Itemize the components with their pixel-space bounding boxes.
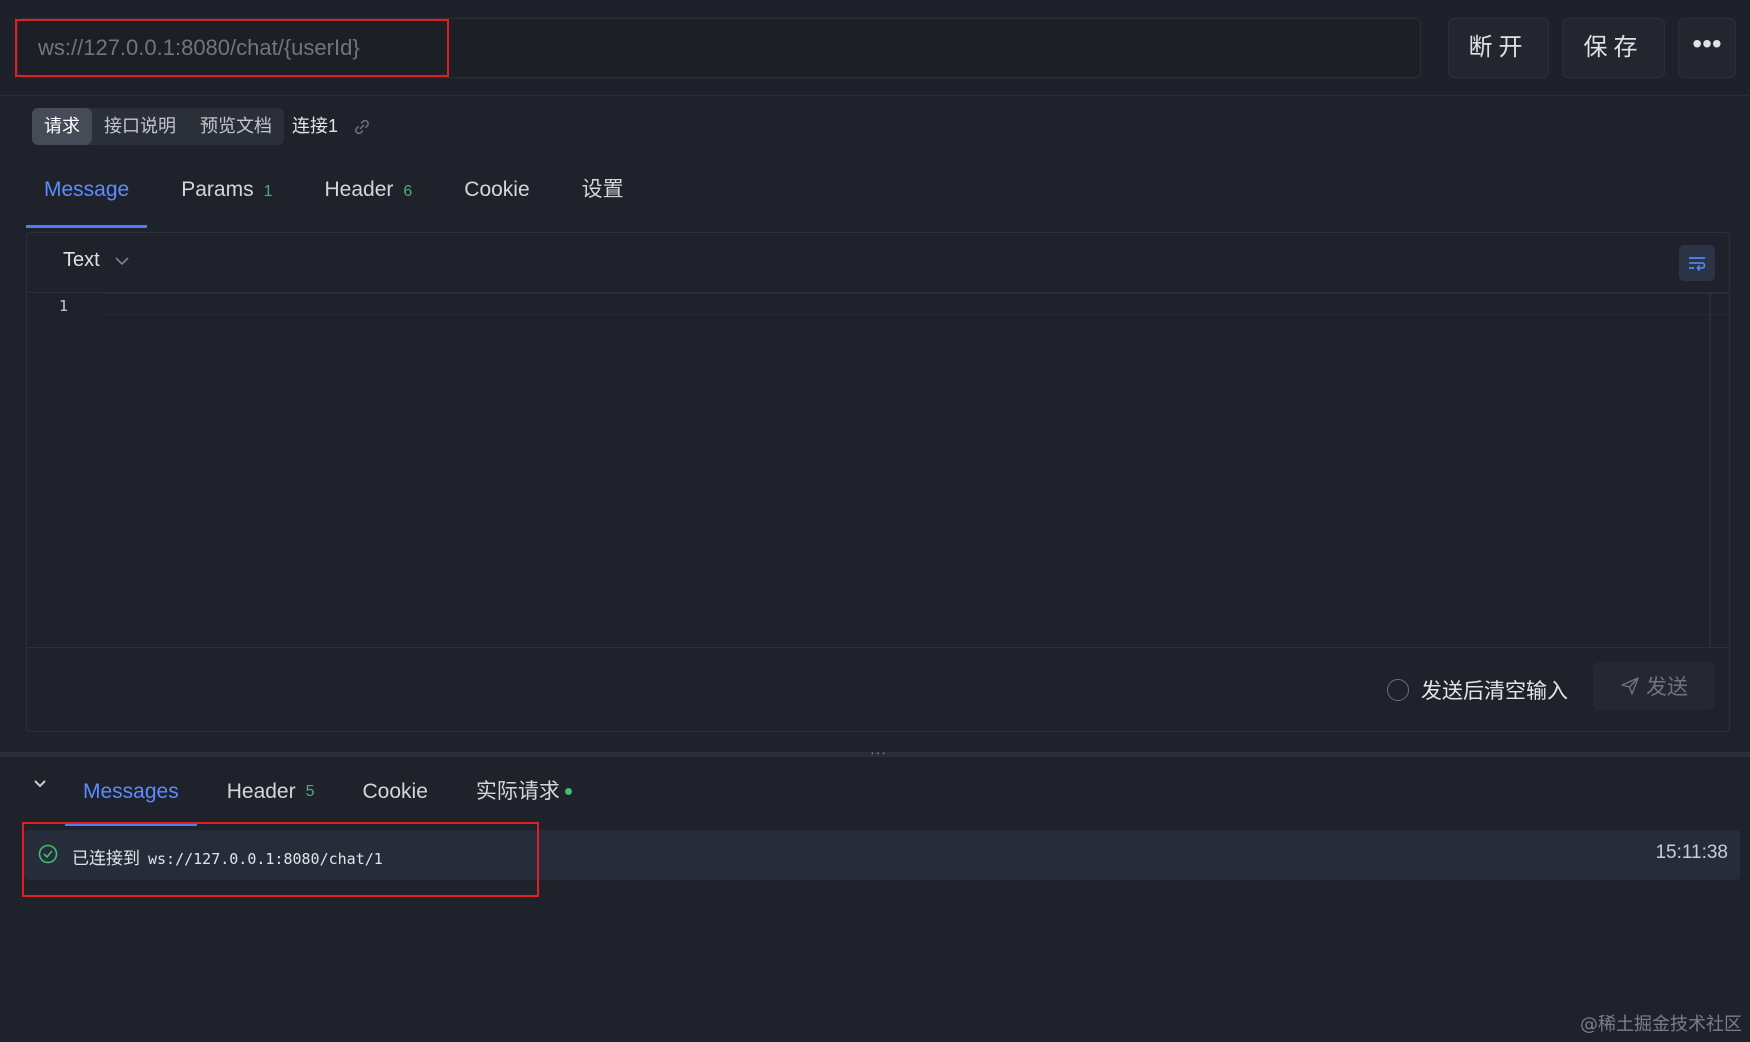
url-input[interactable] [17, 18, 1421, 78]
subtab-group: 请求 接口说明 预览文档 [32, 108, 284, 145]
format-select[interactable]: Text [63, 249, 130, 272]
request-tabs: Message Params 1 Header 6 Cookie 设置 [26, 168, 658, 228]
save-button[interactable]: 保存 [1562, 18, 1665, 78]
message-url: ws://127.0.0.1:8080/chat/1 [148, 850, 383, 868]
message-timestamp: 15:11:38 [1655, 842, 1728, 863]
tab-response-cookie[interactable]: Cookie [345, 766, 446, 818]
tab-message[interactable]: Message [26, 168, 148, 228]
subtab-request[interactable]: 请求 [32, 108, 92, 145]
doc-subtabs: 请求 接口说明 预览文档 连接1 [32, 108, 372, 145]
tab-actual-request[interactable]: 实际请求 [458, 766, 590, 818]
current-line-highlight [103, 293, 1733, 315]
line-number: 1 [59, 297, 69, 315]
editor-divider [27, 647, 1729, 648]
status-dot [564, 787, 572, 795]
params-count-badge: 1 [263, 183, 273, 200]
subtab-api-description[interactable]: 接口说明 [92, 108, 188, 145]
check-circle-icon [38, 844, 58, 864]
response-tabs: Messages Header 5 Cookie 实际请求 [65, 766, 602, 826]
tab-settings[interactable]: 设置 [564, 168, 642, 220]
editor-scrollbar[interactable] [1709, 293, 1711, 649]
tab-response-header[interactable]: Header 5 [209, 766, 333, 818]
tab-messages[interactable]: Messages [65, 766, 197, 826]
editor-header: Text [27, 233, 1729, 293]
header-count-badge: 6 [403, 183, 413, 200]
disconnect-button[interactable]: 断开 [1448, 18, 1549, 78]
response-header-count-badge: 5 [305, 783, 315, 800]
message-text: 已连接到 ws://127.0.0.1:8080/chat/1 [72, 849, 383, 868]
message-row[interactable]: 已连接到 ws://127.0.0.1:8080/chat/1 15:11:38 [24, 830, 1740, 880]
tab-cookie[interactable]: Cookie [446, 168, 547, 220]
collapse-chevron-icon[interactable] [30, 774, 50, 794]
wrap-lines-icon [1689, 257, 1706, 271]
subtab-preview-docs[interactable]: 预览文档 [188, 108, 284, 145]
watermark: @稀土掘金技术社区 [1580, 1014, 1742, 1035]
checkbox-circle[interactable] [1387, 679, 1409, 701]
link-icon[interactable] [352, 117, 372, 137]
clear-after-send-checkbox[interactable]: 发送后清空输入 [1387, 675, 1568, 705]
word-wrap-button[interactable] [1679, 245, 1715, 281]
url-toolbar: 断开 保存 ••• [0, 0, 1750, 96]
splitter-handle[interactable]: ··· [870, 744, 887, 760]
connection-name[interactable]: 连接1 [292, 108, 338, 145]
send-icon [1621, 677, 1639, 695]
tab-header[interactable]: Header 6 [306, 168, 430, 220]
more-options-button[interactable]: ••• [1678, 18, 1736, 78]
message-editor-panel: Text 1 发送后清空输入 发送 [26, 232, 1733, 732]
clear-after-send-label: 发送后清空输入 [1421, 680, 1568, 703]
send-button[interactable]: 发送 [1593, 662, 1715, 710]
chevron-down-icon [115, 256, 129, 265]
tab-params[interactable]: Params 1 [163, 168, 290, 220]
